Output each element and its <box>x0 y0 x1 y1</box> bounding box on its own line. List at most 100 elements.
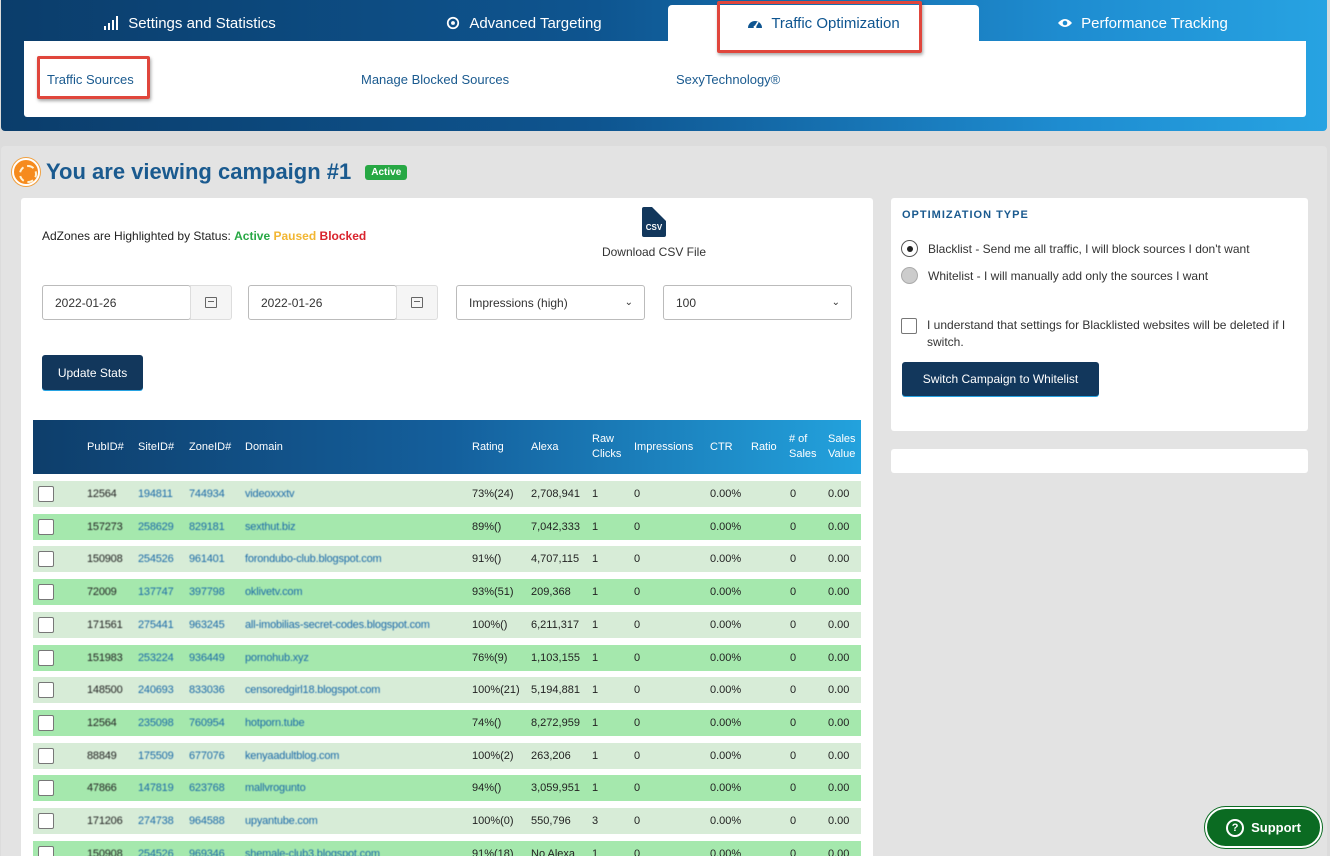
row-checkbox[interactable] <box>38 551 54 568</box>
col-siteid[interactable]: SiteID# <box>138 420 174 474</box>
cell-siteid[interactable]: 254526 <box>138 841 174 856</box>
col-alexa[interactable]: Alexa <box>531 420 559 474</box>
support-button[interactable]: ? Support <box>1205 807 1322 848</box>
cell-domain[interactable]: all-imobilias-secret-codes.blogspot.com <box>245 612 465 638</box>
subnav-sexytechnology[interactable]: SexyTechnology® <box>676 72 780 87</box>
col-ratio[interactable]: Ratio <box>751 420 777 474</box>
cell-raw-clicks: 1 <box>592 586 599 599</box>
cell-domain[interactable]: forondubo-club.blogspot.com <box>245 546 465 572</box>
traffic-sources-card: AdZones are Highlighted by Status: Activ… <box>21 198 873 856</box>
col-sales-value[interactable]: Sales Value <box>828 420 860 474</box>
tab-performance-tracking[interactable]: Performance Tracking <box>979 5 1306 41</box>
cell-zoneid[interactable]: 961401 <box>189 546 225 572</box>
cell-zoneid[interactable]: 397798 <box>189 579 225 605</box>
col-raw-clicks[interactable]: Raw Clicks <box>592 420 626 474</box>
row-checkbox[interactable] <box>38 649 54 666</box>
col-domain[interactable]: Domain <box>245 420 283 474</box>
table-row: 150908 254526 969346 shemale-club3.blogspot… <box>33 840 861 856</box>
limit-select[interactable]: 100 ⌄ <box>663 285 852 320</box>
cell-pubid: 72009 <box>87 586 117 599</box>
cell-siteid[interactable]: 275441 <box>138 612 174 638</box>
cell-ctr: 0.00% <box>710 651 742 664</box>
cell-domain[interactable]: pornohub.xyz <box>245 645 465 671</box>
update-stats-button[interactable]: Update Stats <box>42 355 143 390</box>
cell-sales: 0 <box>790 651 797 664</box>
agree-checkbox[interactable] <box>901 318 917 334</box>
col-zoneid[interactable]: ZoneID# <box>189 420 231 474</box>
cell-siteid[interactable]: 235098 <box>138 710 174 736</box>
cell-zoneid[interactable]: 963245 <box>189 612 225 638</box>
tab-traffic-optimization[interactable]: Traffic Optimization <box>668 5 979 41</box>
cell-siteid[interactable]: 274738 <box>138 808 174 834</box>
row-checkbox[interactable] <box>38 780 54 797</box>
cell-domain[interactable]: upyantube.com <box>245 808 465 834</box>
subnav-manage-blocked-sources[interactable]: Manage Blocked Sources <box>361 72 509 87</box>
row-checkbox[interactable] <box>38 747 54 764</box>
cell-zoneid[interactable]: 829181 <box>189 514 225 540</box>
cell-zoneid[interactable]: 964588 <box>189 808 225 834</box>
cell-select <box>38 710 54 736</box>
download-csv-button[interactable]: CSV Download CSV File <box>600 207 708 259</box>
date-from-field[interactable]: 2022-01-26 <box>42 285 191 320</box>
blacklist-option[interactable]: Blacklist - Send me all traffic, I will … <box>901 240 1250 257</box>
target-icon <box>447 16 460 30</box>
date-to-field[interactable]: 2022-01-26 <box>248 285 397 320</box>
cell-siteid[interactable]: 254526 <box>138 546 174 572</box>
cell-zoneid[interactable]: 623768 <box>189 775 225 801</box>
col-ctr[interactable]: CTR <box>710 420 733 474</box>
cell-domain[interactable]: oklivetv.com <box>245 579 465 605</box>
row-checkbox[interactable] <box>38 584 54 601</box>
col-pubid[interactable]: PubID# <box>87 420 124 474</box>
cell-zoneid[interactable]: 936449 <box>189 645 225 671</box>
cell-rating: 73%(24) <box>472 488 514 500</box>
cell-siteid[interactable]: 253224 <box>138 645 174 671</box>
cell-zoneid[interactable]: 744934 <box>189 481 225 507</box>
sub-navigation: Traffic Sources Manage Blocked Sources S… <box>24 41 1306 117</box>
row-checkbox[interactable] <box>38 616 54 633</box>
cell-domain[interactable]: mallvrogunto <box>245 775 465 801</box>
whitelist-option[interactable]: Whitelist - I will manually add only the… <box>901 267 1208 284</box>
cell-domain[interactable]: videoxxxtv <box>245 481 465 507</box>
tab-advanced-targeting[interactable]: Advanced Targeting <box>379 5 668 41</box>
date-to-calendar-button[interactable] <box>396 285 438 320</box>
optimization-type-card: OPTIMIZATION TYPE Blacklist - Send me al… <box>891 198 1308 431</box>
cell-impressions: 0 <box>634 847 641 856</box>
radio-selected[interactable] <box>901 240 918 257</box>
switch-to-whitelist-button[interactable]: Switch Campaign to Whitelist <box>902 362 1099 396</box>
cell-zoneid[interactable]: 677076 <box>189 743 225 769</box>
date-from-calendar-button[interactable] <box>190 285 232 320</box>
subnav-traffic-sources[interactable]: Traffic Sources <box>47 72 134 87</box>
cell-siteid[interactable]: 240693 <box>138 677 174 703</box>
cell-siteid[interactable]: 175509 <box>138 743 174 769</box>
question-icon: ? <box>1226 818 1245 837</box>
cell-select <box>38 645 54 671</box>
cell-domain[interactable]: sexthut.biz <box>245 514 465 540</box>
cell-siteid[interactable]: 258629 <box>138 514 174 540</box>
cell-sales: 0 <box>790 553 797 566</box>
row-checkbox[interactable] <box>38 682 54 699</box>
cell-domain[interactable]: kenyaadultblog.com <box>245 743 465 769</box>
radio-unselected[interactable] <box>901 267 918 284</box>
agree-checkbox-row[interactable]: I understand that settings for Blacklist… <box>901 317 1291 351</box>
col-sales[interactable]: # of Sales <box>789 420 817 474</box>
top-header: Settings and Statistics Advanced Targeti… <box>1 0 1327 131</box>
cell-zoneid[interactable]: 969346 <box>189 841 225 856</box>
row-checkbox[interactable] <box>38 518 54 535</box>
col-rating[interactable]: Rating <box>472 420 504 474</box>
cell-zoneid[interactable]: 760954 <box>189 710 225 736</box>
cell-zoneid[interactable]: 833036 <box>189 677 225 703</box>
cell-domain[interactable]: censoredgirl18.blogspot.com <box>245 677 465 703</box>
row-checkbox[interactable] <box>38 845 54 856</box>
row-checkbox[interactable] <box>38 486 54 502</box>
row-checkbox[interactable] <box>38 714 54 731</box>
cell-domain[interactable]: hotporn.tube <box>245 710 465 736</box>
cell-rating: 94%() <box>472 782 502 795</box>
col-impressions[interactable]: Impressions <box>634 420 693 474</box>
cell-siteid[interactable]: 147819 <box>138 775 174 801</box>
cell-siteid[interactable]: 194811 <box>138 481 173 507</box>
tab-settings-and-statistics[interactable]: Settings and Statistics <box>1 5 379 41</box>
sort-select[interactable]: Impressions (high) ⌄ <box>456 285 645 320</box>
cell-domain[interactable]: shemale-club3.blogspot.com <box>245 841 465 856</box>
cell-siteid[interactable]: 137747 <box>138 579 174 605</box>
row-checkbox[interactable] <box>38 813 54 829</box>
